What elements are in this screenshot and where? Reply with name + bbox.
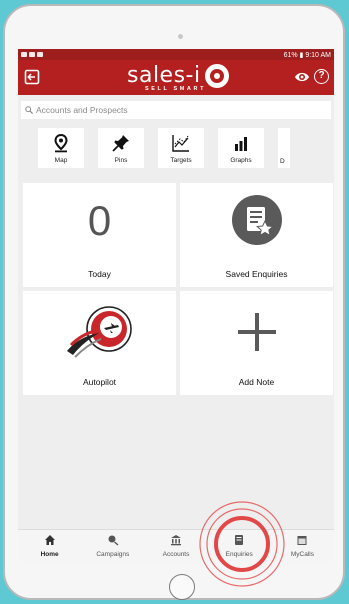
tap-indicator	[199, 501, 285, 587]
logo-tagline: SELL SMART	[145, 86, 207, 92]
bank-icon	[171, 535, 181, 546]
calendar-icon	[297, 536, 307, 545]
shortcut-label: Targets	[170, 157, 192, 164]
shortcut-map[interactable]: Map	[38, 128, 84, 168]
nav-campaigns[interactable]: Campaigns	[81, 530, 144, 562]
today-count: 0	[87, 197, 112, 244]
bar-graph-icon	[235, 137, 247, 151]
shortcut-targets[interactable]: Targets	[158, 128, 204, 168]
device-home-button[interactable]	[169, 574, 195, 600]
notification-icons	[21, 52, 43, 57]
dashboard-tiles: 0 Today Saved Enquiries Autopilot Add No…	[23, 183, 334, 395]
nav-home[interactable]: Home	[18, 530, 81, 562]
saved-enquiries-label: Saved Enquiries	[225, 269, 288, 279]
status-text: 61% ▮ 9:10 AM	[283, 51, 331, 59]
search-placeholder: Accounts and Prospects	[36, 105, 128, 115]
nav-label: Campaigns	[96, 551, 130, 558]
targets-chart-icon	[172, 135, 189, 152]
nav-label: Home	[40, 551, 59, 558]
camera-dot	[178, 34, 183, 39]
autopilot-icon	[67, 306, 132, 358]
status-bar: 61% ▮ 9:10 AM	[18, 49, 334, 60]
add-note-label: Add Note	[238, 377, 275, 387]
shortcut-label: Map	[54, 157, 68, 164]
campaigns-icon	[108, 535, 119, 546]
today-tile[interactable]: 0 Today	[23, 183, 176, 287]
saved-enquiries-tile[interactable]: Saved Enquiries	[180, 183, 333, 287]
help-icon[interactable]: ?	[314, 69, 329, 84]
map-pin-icon	[54, 133, 68, 153]
shortcut-label: D	[280, 158, 285, 165]
eye-icon[interactable]	[294, 70, 310, 84]
pushpin-icon	[112, 135, 129, 152]
autopilot-tile[interactable]: Autopilot	[23, 291, 176, 395]
sales-i-logo: sales-i SELL SMART	[127, 63, 229, 92]
app-bar: sales-i SELL SMART ?	[18, 60, 334, 95]
search-icon	[25, 106, 33, 114]
plus-icon	[238, 313, 276, 351]
shortcut-row: Map Pins Targets Graphs D	[38, 128, 338, 168]
home-icon	[44, 535, 55, 545]
search-input[interactable]: Accounts and Prospects	[21, 101, 331, 119]
shortcut-partial[interactable]: D	[278, 128, 290, 168]
saved-enquiries-icon	[232, 195, 282, 245]
logo-text: sales-i	[127, 63, 201, 88]
add-note-tile[interactable]: Add Note	[180, 291, 333, 395]
logo-mark-icon	[204, 64, 229, 88]
today-label: Today	[88, 269, 111, 279]
bottom-nav: Home Campaigns Accounts Enquiries MyCall…	[18, 529, 334, 562]
shortcut-graphs[interactable]: Graphs	[218, 128, 264, 168]
shortcut-pins[interactable]: Pins	[98, 128, 144, 168]
shortcut-label: Graphs	[230, 157, 252, 164]
exit-icon[interactable]	[24, 69, 40, 85]
shortcut-label: Pins	[114, 157, 128, 164]
autopilot-label: Autopilot	[82, 377, 117, 387]
